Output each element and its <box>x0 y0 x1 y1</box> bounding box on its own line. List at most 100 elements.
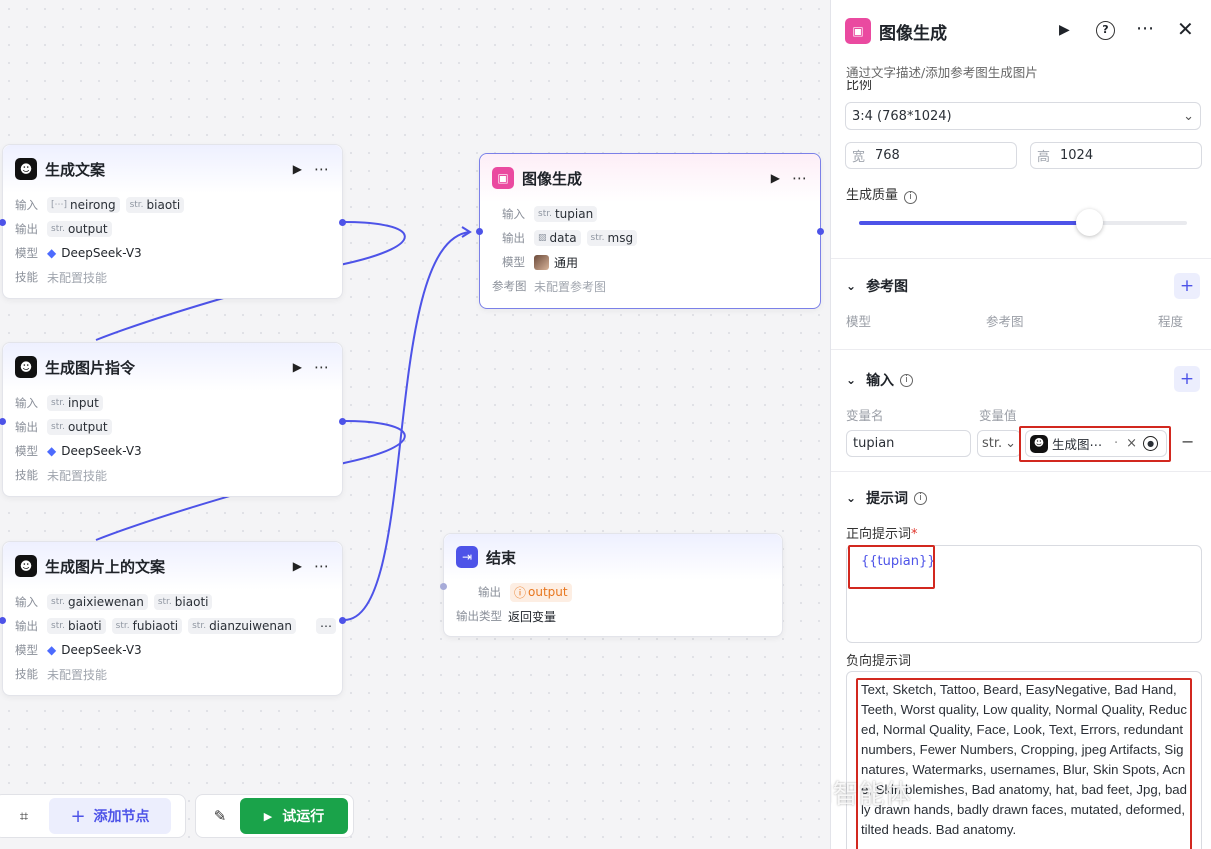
more-icon[interactable]: ⋯ <box>792 169 808 187</box>
chevron-down-icon[interactable]: ⌄ <box>846 373 856 387</box>
quality-slider-fill <box>859 221 1089 225</box>
close-icon[interactable]: ✕ <box>1177 17 1194 41</box>
model-name: 通用 <box>554 255 579 270</box>
positive-prompt-label: 正向提示词* <box>846 527 918 542</box>
negative-prompt-label: 负向提示词 <box>846 654 912 669</box>
output-port[interactable] <box>339 219 346 226</box>
ref-col-model: 模型 <box>846 314 872 329</box>
height-field[interactable]: 高 1024 <box>1030 142 1202 169</box>
input-tag: [⋯] neirong <box>47 197 120 213</box>
var-name-label: 变量名 <box>846 408 884 423</box>
chevron-down-icon[interactable]: ⌄ <box>846 279 856 293</box>
chevron-down-icon[interactable]: ⌄ <box>846 491 856 505</box>
panel-subtitle: 通过文字描述/添加参考图生成图片 <box>846 65 1038 80</box>
input-port[interactable] <box>440 583 447 590</box>
ratio-select[interactable]: 3:4 (768*1024) ⌄ <box>845 102 1201 130</box>
node-end[interactable]: ⇥ 结束 输出 ⓘ output 输出类型 返回变量 <box>440 533 783 637</box>
info-icon: i <box>904 191 918 204</box>
node-generate-image-text[interactable]: ☻ 生成图片上的文案 ▶ ⋯ 输入 str. gaixiewenan str. bi… <box>0 541 346 696</box>
output-tag: str. dianzuiwenan <box>188 618 296 634</box>
model-name: DeepSeek-V3 <box>61 444 142 458</box>
output-tag: str. biaoti <box>47 618 106 634</box>
quality-label: 生成质量 i <box>846 184 918 204</box>
ratio-label: 比例 <box>846 80 873 92</box>
node-config-panel: ▣ 图像生成 ▶ ? ⋯ ✕ 通过文字描述/添加参考图生成图片 比例 3:4 (… <box>830 0 1211 849</box>
var-value-label: 变量值 <box>979 408 1017 423</box>
deepseek-icon: ◆ <box>47 643 57 657</box>
play-icon: ▶ <box>263 809 273 823</box>
output-tag: ⓘ output <box>510 582 572 602</box>
node-title: 结束 <box>486 548 517 567</box>
plus-icon: + <box>70 805 86 827</box>
node-title: 生成图片上的文案 <box>45 557 166 576</box>
add-node-button[interactable]: + 添加节点 <box>49 798 171 834</box>
play-icon[interactable]: ▶ <box>293 360 302 374</box>
node-title: 图像生成 <box>522 169 583 188</box>
panel-title: 图像生成 <box>879 23 947 44</box>
more-icon[interactable]: ⋯ <box>1136 18 1155 39</box>
play-icon[interactable]: ▶ <box>771 171 780 185</box>
minimap-icon[interactable]: ⌗ <box>0 807 49 825</box>
play-icon[interactable]: ▶ <box>293 162 302 176</box>
deepseek-icon: ◆ <box>47 444 57 458</box>
run-node-icon[interactable]: ▶ <box>1059 22 1070 38</box>
chevron-down-icon: ⌄ <box>1005 436 1017 451</box>
more-icon[interactable]: ⋯ <box>314 358 330 376</box>
node-generate-copy[interactable]: ☻ 生成文案 ▶ ⋯ 输入 [⋯] neirong str. biaoti 输出 s… <box>0 144 346 299</box>
play-icon[interactable]: ▶ <box>293 559 302 573</box>
llm-icon: ☻ <box>15 356 37 378</box>
input-section: ⌄ 输入 i + 变量名 变量值 tupian str. ⌄ ☻ 生成图⋯ · × ●… <box>831 349 1211 471</box>
highlight-box <box>848 545 935 589</box>
reference-section: ⌄ 参考图 + 模型 参考图 程度 <box>831 258 1211 348</box>
skill-value: 未配置技能 <box>47 468 108 483</box>
model-name: DeepSeek-V3 <box>61 246 142 260</box>
output-port[interactable] <box>339 617 346 624</box>
output-type-value: 返回变量 <box>508 609 557 624</box>
help-icon[interactable]: ? <box>1096 21 1115 40</box>
var-type-select[interactable]: str. ⌄ <box>977 430 1021 457</box>
wrench-icon[interactable]: ✎ <box>200 807 240 825</box>
output-tag: str. output <box>47 419 112 435</box>
workflow-canvas[interactable]: ☻ 生成文案 ▶ ⋯ 输入 [⋯] neirong str. biaoti 输出 s… <box>0 0 830 849</box>
more-outputs-button[interactable]: ⋯ <box>315 618 336 634</box>
output-port[interactable] <box>817 228 824 235</box>
info-icon: i <box>900 373 914 387</box>
node-title: 生成文案 <box>45 160 106 179</box>
ref-col-image: 参考图 <box>986 314 1024 329</box>
add-reference-button[interactable]: + <box>1174 273 1200 299</box>
input-port[interactable] <box>476 228 483 235</box>
output-tag: str. msg <box>586 230 638 246</box>
width-field[interactable]: 宽 768 <box>845 142 1017 169</box>
warning-icon: ⓘ <box>514 585 527 600</box>
highlight-box <box>1019 426 1171 462</box>
image-icon: ▣ <box>492 167 514 189</box>
output-port[interactable] <box>339 418 346 425</box>
remove-input-icon[interactable]: − <box>1181 432 1194 451</box>
input-tag: str. gaixiewenan <box>47 594 148 610</box>
more-icon[interactable]: ⋯ <box>314 160 330 178</box>
quality-slider-handle[interactable] <box>1075 209 1103 236</box>
node-image-generation[interactable]: ▣ 图像生成 ▶ ⋯ 输入 str. tupian 输出 ▨ data str. ms… <box>476 153 824 309</box>
input-tag: str. biaoti <box>125 197 185 213</box>
more-icon[interactable]: ⋯ <box>314 557 330 575</box>
image-icon: ▣ <box>845 18 871 44</box>
test-run-button[interactable]: ▶ 试运行 <box>240 798 348 834</box>
watermark: 知乎 @AI智能体 <box>831 780 911 810</box>
quality-slider[interactable] <box>859 209 1187 236</box>
input-tag: str. input <box>47 395 103 411</box>
run-toolbar: ✎ ▶ 试运行 <box>195 794 354 838</box>
skill-value: 未配置技能 <box>47 270 108 285</box>
info-icon: i <box>914 491 928 505</box>
left-toolbar: ⌗ + 添加节点 <box>0 794 186 838</box>
model-avatar <box>534 254 549 270</box>
node-generate-image-prompt[interactable]: ☻ 生成图片指令 ▶ ⋯ 输入 str. input 输出 str. output … <box>0 342 346 497</box>
ref-col-strength: 程度 <box>1158 314 1184 329</box>
add-input-button[interactable]: + <box>1174 366 1200 392</box>
output-tag: str. output <box>47 221 112 237</box>
var-name-input[interactable]: tupian <box>846 430 971 457</box>
end-icon: ⇥ <box>456 546 478 568</box>
image-type-icon: ▨ <box>538 233 547 243</box>
output-tag: str. fubiaoti <box>111 618 183 634</box>
deepseek-icon: ◆ <box>47 246 57 260</box>
skill-value: 未配置技能 <box>47 667 108 682</box>
